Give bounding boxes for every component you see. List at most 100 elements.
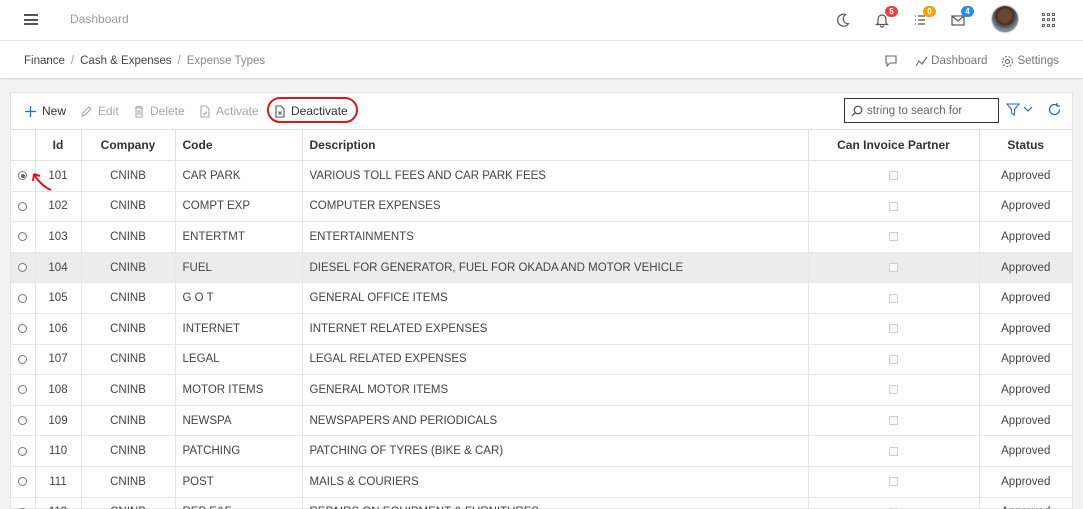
breadcrumb-cash-expenses[interactable]: Cash & Expenses	[80, 55, 171, 67]
row-select-radio[interactable]	[18, 446, 28, 456]
breadcrumb-actions: Dashboard Settings	[870, 54, 1059, 68]
id-cell: 105	[35, 282, 82, 314]
activate-button[interactable]: Activate	[199, 104, 259, 118]
can-invoice-checkbox[interactable]	[889, 232, 898, 242]
can-invoice-checkbox[interactable]	[889, 416, 898, 426]
table-row[interactable]: 109 CNINB NEWSPA NEWSPAPERS AND PERIODICALS…	[11, 405, 1072, 437]
code-cell: CAR PARK	[175, 160, 303, 192]
table-row[interactable]: 110 CNINB PATCHING PATCHING OF TYRES (BIKE …	[11, 435, 1072, 467]
company-cell: CNINB	[81, 221, 176, 253]
row-select-radio[interactable]	[18, 324, 28, 334]
description-cell: MAILS & COURIERS	[302, 466, 809, 498]
moon-icon[interactable]	[835, 9, 859, 31]
table-row[interactable]: 111 CNINB POST MAILS & COURIERS Approved	[11, 466, 1072, 498]
row-select-radio[interactable]	[18, 263, 28, 273]
can-invoice-checkbox[interactable]	[889, 385, 898, 395]
search-input[interactable]	[867, 104, 992, 117]
select-cell	[11, 435, 36, 467]
id-cell: 111	[35, 466, 82, 498]
table-row[interactable]: 112CNINBREP E&FREPAIRS ON EQUIPMENT & FU…	[11, 497, 1072, 509]
pencil-icon	[81, 105, 92, 117]
can-invoice-checkbox[interactable]	[889, 171, 898, 181]
row-select-radio[interactable]	[18, 171, 28, 181]
code-cell: MOTOR ITEMS	[175, 374, 303, 406]
table-row[interactable]: 102 CNINB COMPT EXP COMPUTER EXPENSES Approv…	[11, 191, 1072, 223]
company-cell: CNINB	[81, 435, 176, 467]
can-invoice-checkbox[interactable]	[889, 201, 898, 211]
row-select-radio[interactable]	[18, 293, 28, 303]
filter-icon[interactable]	[1006, 103, 1020, 116]
can-invoice-cell	[808, 466, 980, 498]
row-select-radio[interactable]	[18, 201, 28, 211]
mail-icon[interactable]: 4	[950, 6, 974, 31]
table-row[interactable]: 106 CNINB INTERNET INTERNET RELATED EXPENSE…	[11, 313, 1072, 345]
avatar[interactable]	[991, 5, 1019, 33]
can-invoice-checkbox[interactable]	[889, 354, 898, 364]
can-invoice-checkbox[interactable]	[889, 293, 898, 303]
can-invoice-checkbox[interactable]	[889, 324, 898, 334]
menu-icon[interactable]	[24, 14, 38, 25]
table-row[interactable]: 105 CNINB G O T GENERAL OFFICE ITEMS Approve…	[11, 282, 1072, 314]
description-cell: VARIOUS TOLL FEES AND CAR PARK FEES	[302, 160, 809, 192]
id-cell: 104	[35, 252, 82, 284]
description-cell: REPAIRS ON EQUIPMENT & FURNITURES	[302, 497, 809, 509]
table-row[interactable]: 107 CNINB LEGAL LEGAL RELATED EXPENSES Appro…	[11, 344, 1072, 376]
status-cell: Approved	[979, 405, 1072, 437]
can-invoice-checkbox[interactable]	[889, 477, 898, 487]
code-column-header[interactable]: Code	[175, 129, 303, 161]
app-title: Dashboard	[70, 12, 129, 26]
settings-link[interactable]: Settings	[1001, 55, 1059, 68]
notification-badge: 5	[885, 6, 898, 17]
status-cell: Approved	[979, 466, 1072, 498]
row-select-radio[interactable]	[18, 416, 28, 426]
edit-button[interactable]: Edit	[80, 104, 119, 118]
chevron-down-icon[interactable]	[1023, 105, 1033, 113]
can-invoice-column-header[interactable]: Can Invoice Partner	[808, 129, 980, 161]
comment-button[interactable]	[884, 54, 901, 68]
select-cell	[11, 191, 36, 223]
description-cell: COMPUTER EXPENSES	[302, 191, 809, 223]
expense-types-table: Id Company Code Description Can Invoice …	[11, 129, 1072, 509]
description-cell: GENERAL OFFICE ITEMS	[302, 282, 809, 314]
dashboard-link[interactable]: Dashboard	[915, 55, 987, 68]
can-invoice-cell	[808, 435, 980, 467]
can-invoice-checkbox[interactable]	[889, 446, 898, 456]
new-button[interactable]: New	[24, 104, 66, 118]
select-cell	[11, 374, 36, 406]
table-row[interactable]: 101 CNINB CAR PARK VARIOUS TOLL FEES AND CA…	[11, 160, 1072, 192]
apps-grid-icon[interactable]	[1042, 13, 1056, 27]
search-box[interactable]	[844, 98, 999, 123]
mail-badge: 4	[961, 6, 974, 17]
id-column-header[interactable]: Id	[35, 129, 82, 161]
row-select-radio[interactable]	[18, 477, 28, 487]
table-row[interactable]: 104 CNINB FUEL DIESEL FOR GENERATOR, FUEL F…	[11, 252, 1072, 284]
row-select-radio[interactable]	[18, 385, 28, 395]
table-row[interactable]: 103 CNINB ENTERTMT ENTERTAINMENTS Approved	[11, 221, 1072, 253]
id-cell: 107	[35, 344, 82, 376]
tasks-icon[interactable]: 0	[912, 6, 936, 31]
bell-icon[interactable]: 5	[874, 6, 898, 31]
code-cell: REP E&F	[175, 497, 303, 509]
code-cell: PATCHING	[175, 435, 303, 467]
company-column-header[interactable]: Company	[81, 129, 176, 161]
breadcrumb-bar: Finance / Cash & Expenses / Expense Types Da…	[0, 42, 1083, 79]
delete-button[interactable]: Delete	[133, 104, 185, 118]
can-invoice-cell	[808, 405, 980, 437]
code-cell: FUEL	[175, 252, 303, 284]
comment-icon	[885, 55, 897, 68]
breadcrumb: Finance / Cash & Expenses / Expense Types	[24, 55, 266, 67]
breadcrumb-expense-types: Expense Types	[186, 55, 266, 67]
can-invoice-checkbox[interactable]	[889, 263, 898, 273]
select-cell	[11, 221, 36, 253]
breadcrumb-finance[interactable]: Finance	[24, 55, 65, 67]
refresh-icon[interactable]	[1047, 102, 1062, 117]
row-select-radio[interactable]	[18, 354, 28, 364]
status-cell: Approved	[979, 221, 1072, 253]
status-column-header[interactable]: Status	[979, 129, 1072, 161]
select-column-header	[11, 129, 36, 161]
row-select-radio[interactable]	[18, 232, 28, 242]
status-cell: Approved	[979, 344, 1072, 376]
table-row[interactable]: 108 CNINB MOTOR ITEMS GENERAL MOTOR ITEMS Ap…	[11, 374, 1072, 406]
description-column-header[interactable]: Description	[302, 129, 809, 161]
annotation-arrow	[32, 173, 52, 191]
